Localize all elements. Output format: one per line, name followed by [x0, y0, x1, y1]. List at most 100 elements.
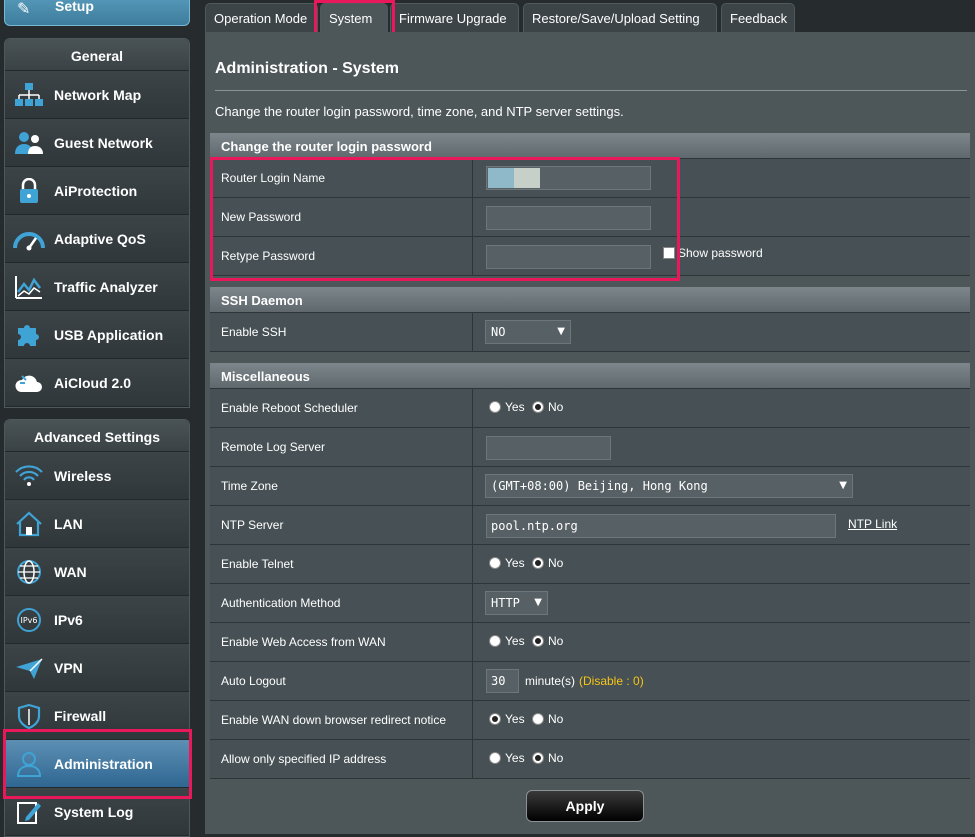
row-reboot-scheduler: Enable Reboot Scheduler Yes No [210, 389, 970, 428]
menu-label: WAN [54, 564, 87, 580]
telnet-yes-option[interactable]: Yes [489, 556, 525, 570]
menu-vpn[interactable]: VPN [5, 644, 189, 692]
auth-method-value: HTTP [491, 596, 520, 610]
allow-ip-no-radio[interactable] [532, 752, 544, 764]
network-map-icon [13, 82, 45, 108]
time-zone-select[interactable]: (GMT+08:00) Beijing, Hong Kong ▼ [485, 474, 853, 498]
row-retype-password: Retype Password Show password [210, 237, 970, 276]
menu-wireless[interactable]: Wireless [5, 452, 189, 500]
telnet-yes-radio[interactable] [489, 557, 501, 569]
auth-method-label: Authentication Method [210, 584, 473, 622]
tab-system[interactable]: System [320, 3, 388, 32]
auth-method-select[interactable]: HTTP ▼ [485, 591, 548, 615]
sidebar: ✎ Setup General Network Map Guest Networ… [0, 0, 195, 837]
allow-ip-no-option[interactable]: No [532, 751, 563, 765]
show-password-label: Show password [678, 246, 763, 260]
quick-setup-button[interactable]: ✎ Setup [4, 0, 190, 26]
dropdown-arrow-icon: ▼ [557, 326, 565, 337]
auto-logout-input[interactable]: 30 [486, 669, 519, 693]
menu-adaptive-qos[interactable]: Adaptive QoS [5, 215, 189, 263]
ntp-server-input[interactable]: pool.ntp.org [486, 514, 836, 538]
dropdown-arrow-icon: ▼ [839, 480, 847, 491]
tab-operation-mode[interactable]: Operation Mode [205, 3, 318, 32]
menu-lan[interactable]: LAN [5, 500, 189, 548]
wan-access-yes-radio[interactable] [489, 635, 501, 647]
menu-guest-network[interactable]: Guest Network [5, 119, 189, 167]
remote-log-input[interactable] [486, 436, 611, 460]
page-description: Change the router login password, time z… [215, 104, 624, 119]
web-access-wan-label: Enable Web Access from WAN [210, 623, 473, 661]
no-label: No [548, 751, 564, 765]
allow-ip-yes-option[interactable]: Yes [489, 751, 525, 765]
allow-ip-yes-radio[interactable] [489, 752, 501, 764]
menu-network-map[interactable]: Network Map [5, 71, 189, 119]
new-password-input[interactable] [486, 206, 651, 230]
menu-wan[interactable]: WAN [5, 548, 189, 596]
reboot-scheduler-label: Enable Reboot Scheduler [210, 389, 473, 427]
menu-ipv6[interactable]: IPv6 IPv6 [5, 596, 189, 644]
home-icon [13, 511, 45, 537]
telnet-no-option[interactable]: No [532, 556, 563, 570]
page-title: Administration - System [215, 60, 400, 77]
vpn-plane-icon [13, 655, 45, 681]
globe-icon [13, 559, 45, 585]
menu-label: Wireless [54, 468, 112, 484]
shield-icon [13, 703, 45, 729]
menu-label: Traffic Analyzer [54, 279, 158, 295]
no-label: No [548, 400, 564, 414]
yes-label: Yes [505, 712, 525, 726]
no-label: No [548, 712, 564, 726]
yes-label: Yes [505, 556, 525, 570]
row-time-zone: Time Zone (GMT+08:00) Beijing, Hong Kong… [210, 467, 970, 506]
apply-button[interactable]: Apply [526, 790, 644, 822]
menu-aiprotection[interactable]: AiProtection [5, 167, 189, 215]
enable-telnet-label: Enable Telnet [210, 545, 473, 583]
wan-redirect-no-radio[interactable] [532, 713, 544, 725]
show-password-toggle[interactable]: Show password [663, 246, 763, 260]
wan-redirect-yes-radio[interactable] [489, 713, 501, 725]
cloud-icon [13, 370, 45, 396]
ipv6-icon: IPv6 [13, 607, 45, 633]
menu-aicloud[interactable]: AiCloud 2.0 [5, 359, 189, 407]
wan-access-no-option[interactable]: No [532, 634, 563, 648]
reboot-yes-option[interactable]: Yes [489, 400, 525, 414]
row-auth-method: Authentication Method HTTP ▼ [210, 584, 970, 623]
general-heading: General [5, 39, 189, 71]
menu-firewall[interactable]: Firewall [5, 692, 189, 740]
row-enable-ssh: Enable SSH NO ▼ [210, 313, 970, 352]
wan-redirect-label: Enable WAN down browser redirect notice [210, 701, 473, 739]
row-login-name: Router Login Name [210, 159, 970, 198]
wan-redirect-yes-option[interactable]: Yes [489, 712, 525, 726]
row-wan-redirect: Enable WAN down browser redirect notice … [210, 701, 970, 740]
reboot-no-radio[interactable] [532, 401, 544, 413]
telnet-no-radio[interactable] [532, 557, 544, 569]
lock-icon [13, 178, 45, 204]
row-new-password: New Password [210, 198, 970, 237]
tab-restore-save-upload[interactable]: Restore/Save/Upload Setting [523, 3, 717, 32]
speedometer-icon [13, 226, 45, 252]
tab-firmware-upgrade[interactable]: Firmware Upgrade [390, 3, 519, 32]
wan-redirect-no-option[interactable]: No [532, 712, 563, 726]
menu-system-log[interactable]: System Log [5, 788, 189, 836]
yes-label: Yes [505, 634, 525, 648]
reboot-yes-radio[interactable] [489, 401, 501, 413]
wan-access-no-radio[interactable] [532, 635, 544, 647]
reboot-no-option[interactable]: No [532, 400, 563, 414]
misc-section-heading: Miscellaneous [210, 363, 970, 389]
svg-text:IPv6: IPv6 [20, 616, 37, 625]
wan-access-yes-option[interactable]: Yes [489, 634, 525, 648]
enable-ssh-select[interactable]: NO ▼ [485, 320, 571, 344]
menu-usb-application[interactable]: USB Application [5, 311, 189, 359]
retype-password-input[interactable] [486, 245, 651, 269]
show-password-checkbox[interactable] [663, 247, 675, 259]
auto-logout-hint: (Disable : 0) [579, 674, 644, 688]
tab-feedback[interactable]: Feedback [721, 3, 795, 32]
menu-traffic-analyzer[interactable]: Traffic Analyzer [5, 263, 189, 311]
ntp-link[interactable]: NTP Link [848, 517, 897, 531]
menu-label: System Log [54, 804, 134, 820]
yes-label: Yes [505, 751, 525, 765]
menu-label: VPN [54, 660, 83, 676]
menu-administration[interactable]: Administration [5, 740, 189, 788]
advanced-heading: Advanced Settings [5, 420, 189, 452]
login-name-input[interactable] [486, 166, 651, 190]
